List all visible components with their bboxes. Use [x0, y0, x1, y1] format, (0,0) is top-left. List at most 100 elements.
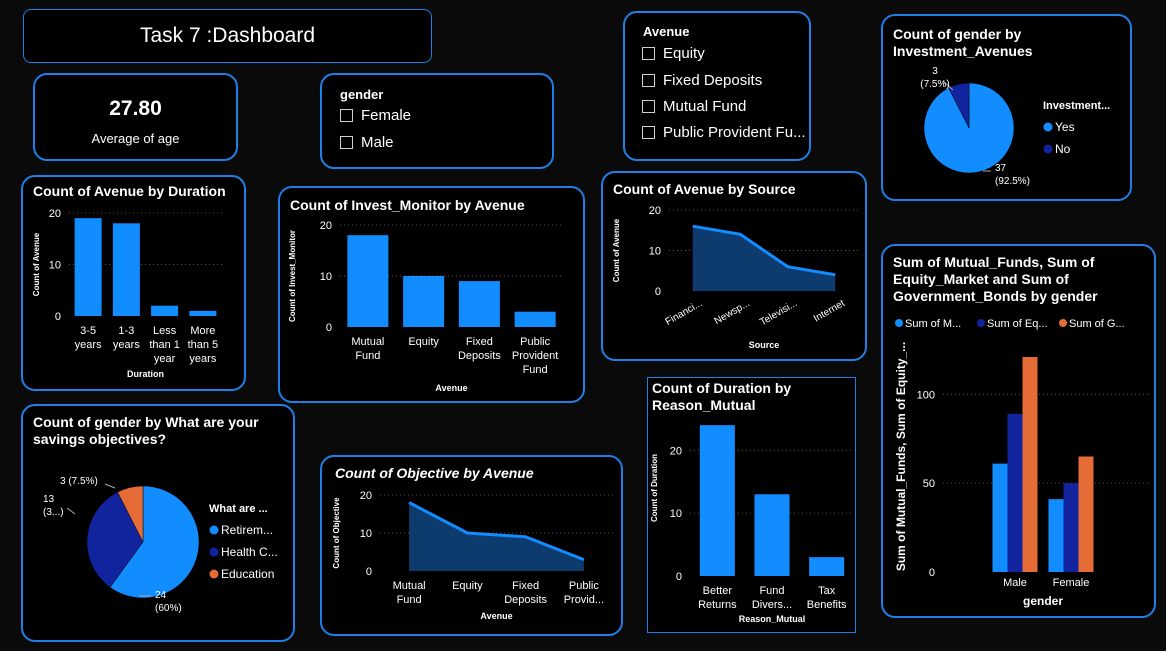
y-axis-title: Count of Avenue — [612, 218, 621, 282]
y-axis-title: Count of Duration — [650, 454, 659, 522]
avenue-slicer: Avenue Equity Fixed Deposits Mutual Fund… — [623, 11, 811, 161]
savings-objectives-pie-card[interactable]: Count of gender by What are your savings … — [21, 404, 295, 642]
gender-slicer-title: gender — [340, 87, 384, 102]
bar — [1078, 456, 1094, 572]
duration-chart-card[interactable]: Count of Avenue by Duration 0 10 20 Count o… — [21, 175, 246, 391]
legend-marker — [209, 569, 219, 579]
x-tick-label: Female — [1053, 577, 1090, 589]
y-tick-label: 10 — [670, 508, 682, 520]
checkbox[interactable] — [642, 126, 655, 139]
x-tick-label: Televisi... — [758, 298, 799, 328]
x-tick-label: Tax Benefits — [807, 585, 847, 611]
x-tick-label: Fixed Deposits — [458, 336, 501, 362]
checkbox[interactable] — [642, 47, 655, 60]
savings-pie-chart: What are ... Retirem... Health C... Educati… — [43, 476, 278, 614]
bar — [1007, 413, 1023, 572]
x-tick-label: Newsp... — [713, 298, 752, 327]
gender-option-female[interactable]: Female — [340, 107, 411, 124]
legend-label: Education — [221, 567, 274, 581]
y-tick-label: 10 — [649, 246, 661, 258]
gender-slicer: gender Female Male — [320, 73, 554, 169]
kpi-value: 27.80 — [109, 97, 162, 120]
option-label: Male — [361, 134, 394, 151]
y-tick-label: 0 — [366, 566, 372, 578]
duration-bar-chart: 0 10 20 Count of Avenue 3-5 years 1-3 years Less… — [32, 208, 222, 379]
dashboard-title-card: Task 7 :Dashboard — [23, 9, 432, 63]
x-axis-title: Duration — [127, 369, 164, 379]
checkbox[interactable] — [642, 100, 655, 113]
legend-label: Sum of G... — [1069, 318, 1125, 330]
y-tick-label: 20 — [649, 205, 661, 217]
y-tick-label: 100 — [917, 389, 935, 401]
legend-label: Sum of M... — [905, 318, 961, 330]
objective-chart-card[interactable]: Count of Objective by Avenue 0 10 20 Count … — [320, 455, 623, 636]
bar — [74, 218, 102, 316]
x-axis-title: gender — [1023, 594, 1063, 608]
y-tick-label: 20 — [360, 490, 372, 502]
bar — [403, 276, 445, 327]
data-label: 13 (3...) — [43, 494, 64, 518]
bar — [1063, 483, 1079, 572]
avenue-option-equity[interactable]: Equity — [642, 45, 705, 62]
area-fill — [409, 502, 584, 571]
x-tick-label: 3-5 years — [75, 325, 102, 351]
bar — [754, 494, 790, 576]
x-tick-label: Mutual Fund — [351, 336, 384, 362]
x-tick-label: Fixed Deposits — [504, 580, 547, 606]
legend-label: Health C... — [221, 545, 278, 559]
y-tick-label: 0 — [55, 311, 61, 323]
legend-label: Retirem... — [221, 523, 273, 537]
legend-marker — [209, 547, 219, 557]
y-tick-label: 20 — [320, 220, 332, 232]
x-tick-label: Internet — [812, 298, 847, 325]
legend-label: Sum of Eq... — [987, 318, 1048, 330]
bar — [1048, 499, 1064, 572]
avenue-option-fixed-deposits[interactable]: Fixed Deposits — [642, 72, 762, 89]
option-label: Female — [361, 107, 412, 124]
avenue-option-ppf[interactable]: Public Provident Fu... — [642, 124, 806, 141]
sum-by-gender-chart-card[interactable]: Sum of Mutual_Funds, Sum of Equity_Market… — [881, 244, 1156, 618]
x-tick-label: Financi... — [664, 298, 705, 328]
x-tick-label: More than 5 years — [188, 325, 219, 365]
x-tick-label: Male — [1003, 577, 1027, 589]
x-tick-label: Mutual Fund — [393, 580, 426, 606]
y-tick-label: 10 — [49, 260, 61, 272]
x-axis-title: Source — [749, 340, 780, 350]
bar — [1022, 356, 1038, 572]
legend-label: No — [1055, 142, 1071, 156]
checkbox[interactable] — [642, 74, 655, 87]
checkbox[interactable] — [340, 109, 353, 122]
y-tick-label: 20 — [49, 208, 61, 220]
invest-monitor-bar-chart: 0 10 20 Count of Invest_Monitor Mutual Fund Eq… — [288, 220, 563, 393]
invest-monitor-chart-card[interactable]: Count of Invest_Monitor by Avenue 0 10 20 C… — [278, 186, 585, 403]
objective-area-chart: 0 10 20 Count of Objective Mutual Fund Equity F… — [332, 490, 613, 621]
y-axis-title: Count of Invest_Monitor — [288, 230, 297, 322]
legend-marker — [1043, 122, 1053, 132]
x-axis-title: Reason_Mutual — [739, 614, 806, 624]
x-tick-label: Equity — [408, 336, 439, 348]
legend-marker — [1059, 319, 1067, 327]
investment-avenues-pie-card[interactable]: Count of gender by Investment_Avenues Inv… — [881, 14, 1132, 201]
y-tick-label: 0 — [326, 322, 332, 334]
x-axis-title: Avenue — [435, 383, 467, 393]
bar — [992, 463, 1008, 572]
data-label: 3 (7.5%) — [920, 66, 949, 90]
bar — [809, 557, 845, 576]
checkbox[interactable] — [340, 136, 353, 149]
x-tick-label: 1-3 years — [113, 325, 140, 351]
kpi-label: Average of age — [91, 131, 180, 146]
option-label: Equity — [663, 45, 705, 62]
data-label: 37 (92.5%) — [995, 163, 1030, 187]
dashboard-title: Task 7 :Dashboard — [139, 24, 316, 47]
avenue-slicer-title: Avenue — [643, 24, 690, 39]
legend-label: Yes — [1055, 120, 1075, 134]
y-tick-label: 0 — [655, 286, 661, 298]
y-axis-title: Count of Avenue — [32, 232, 41, 296]
x-tick-label: Public Provid... — [564, 580, 604, 606]
reason-mutual-bar-chart: 0 10 20 Count of Duration Better Returns Fund D… — [650, 425, 854, 624]
gender-option-male[interactable]: Male — [340, 134, 394, 151]
source-chart-card[interactable]: Count of Avenue by Source 0 10 20 Count of … — [601, 171, 867, 361]
avenue-option-mutual-fund[interactable]: Mutual Fund — [642, 98, 746, 115]
data-label: 24 (60%) — [155, 590, 182, 614]
reason-mutual-chart-card[interactable]: Count of Duration by Reason_Mutual 0 10 20 C… — [647, 377, 856, 633]
